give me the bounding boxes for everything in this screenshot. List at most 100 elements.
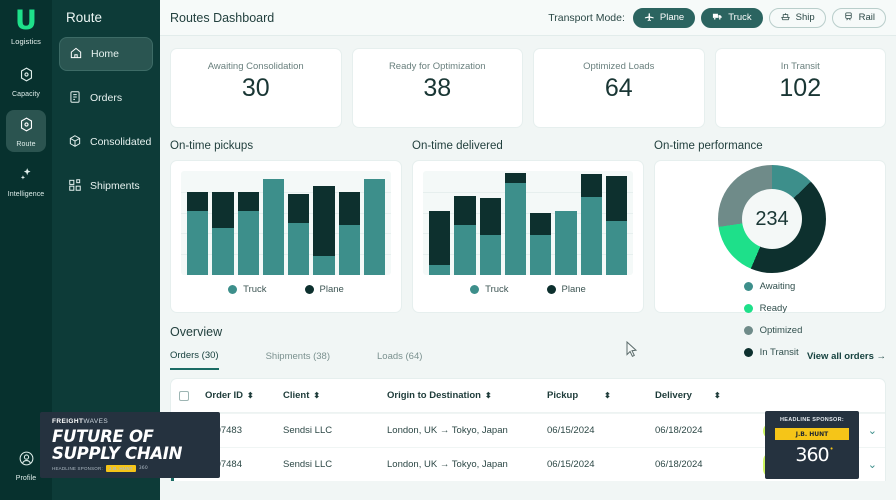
jb-hunt-label: J.B. HUNT — [796, 431, 828, 438]
legend-dot-ready — [744, 304, 753, 313]
cell-client: Sendsi LLC — [283, 459, 387, 470]
col-order-id[interactable]: Order ID⬍ — [205, 390, 283, 401]
legend-dot-plane — [547, 285, 556, 294]
chart-card-on-time-performance: 234 Awaiting Ready Optimized — [654, 160, 886, 313]
col-pickup[interactable]: Pickup⬍ — [547, 390, 655, 401]
ad-banner-future-of-supply-chain[interactable]: FREIGHTWAVES FUTURE OF SUPPLY CHAIN HEAD… — [40, 412, 220, 478]
sort-icon[interactable]: ⬍ — [604, 391, 610, 400]
jb-hunt-logo: J.B. HUNT — [774, 427, 850, 441]
bar-segment-truck — [581, 197, 602, 275]
sort-icon[interactable]: ⬍ — [485, 391, 491, 400]
page-title: Routes Dashboard — [170, 11, 274, 25]
charts-row: Truck Plane Truck — [160, 152, 896, 313]
chart-card-on-time-pickups: Truck Plane — [170, 160, 402, 313]
legend-dot-optimized — [744, 326, 753, 335]
tab-loads[interactable]: Loads (64) — [377, 351, 422, 369]
bar-segment-plane — [581, 174, 602, 197]
bar-7 — [581, 174, 602, 275]
sidebar-item-shipments[interactable]: Shipments — [59, 169, 153, 203]
legend-label-optimized: Optimized — [760, 325, 803, 336]
legend-item-awaiting: Awaiting — [744, 281, 803, 292]
bar-8 — [364, 179, 385, 275]
kpi-card-optimized-loads[interactable]: Optimized Loads 64 — [533, 48, 705, 128]
sort-icon[interactable]: ⬍ — [714, 391, 720, 400]
sort-icon[interactable]: ⬍ — [313, 391, 319, 400]
kpi-value: 64 — [605, 74, 633, 103]
cell-client: Sendsi LLC — [283, 425, 387, 436]
bar-segment-plane — [606, 176, 627, 221]
jb-hunt-logo: J.B. HUNT — [106, 465, 136, 472]
rail-item-capacity[interactable]: Capacity — [6, 60, 46, 102]
cell-pickup: 06/15/2024 — [547, 425, 655, 436]
sidebar-item-consolidated[interactable]: Consolidated — [59, 125, 153, 159]
bar-5 — [530, 213, 551, 275]
rail-item-intelligence[interactable]: Intelligence — [6, 160, 46, 202]
bar-segment-plane — [480, 198, 501, 235]
bar-segment-truck — [364, 179, 385, 275]
truck-icon — [712, 11, 723, 25]
mode-chip-rail[interactable]: Rail — [832, 8, 886, 28]
chart-card-on-time-delivered: Truck Plane — [412, 160, 644, 313]
kpi-card-in-transit[interactable]: In Transit 102 — [715, 48, 887, 128]
kpi-card-ready-for-optimization[interactable]: Ready for Optimization 38 — [352, 48, 524, 128]
sparkle-icon — [18, 166, 35, 188]
tab-orders[interactable]: Orders (30) — [170, 350, 219, 370]
legend-dot-plane — [305, 285, 314, 294]
bar-2 — [212, 192, 233, 275]
kpi-label: In Transit — [781, 61, 820, 72]
checkbox-icon[interactable] — [179, 391, 189, 401]
ad-headline-label: HEADLINE SPONSOR: — [780, 417, 844, 423]
legend-item-plane: Plane — [305, 284, 344, 295]
bar-3 — [480, 198, 501, 275]
col-delivery[interactable]: Delivery⬍ — [655, 390, 763, 401]
bar-segment-plane — [288, 194, 309, 223]
mode-chip-truck[interactable]: Truck — [701, 8, 762, 28]
sidebar-title: Route — [59, 0, 153, 37]
sidebar-item-home[interactable]: Home — [59, 37, 153, 71]
legend-item-optimized: Optimized — [744, 325, 803, 336]
tab-shipments[interactable]: Shipments (38) — [266, 351, 330, 369]
view-all-orders-link[interactable]: View all orders → — [807, 351, 886, 369]
select-all-cell[interactable] — [179, 391, 205, 401]
mode-label-ship: Ship — [796, 12, 815, 23]
bar-segment-plane — [454, 196, 475, 225]
ad-badge-headline-sponsor[interactable]: HEADLINE SPONSOR: J.B. HUNT 360• — [765, 411, 859, 479]
logo-mark: U — [15, 8, 37, 34]
app-root: U Logistics Capacity Route — [0, 0, 896, 500]
bar-6 — [555, 211, 576, 275]
kpi-label: Ready for Optimization — [389, 61, 486, 72]
donut-center-value: 234 — [742, 189, 802, 249]
bar-segment-truck — [555, 211, 576, 275]
bar-segment-plane — [530, 213, 551, 236]
bar-segment-truck — [530, 235, 551, 275]
topbar: Routes Dashboard Transport Mode: Plane T… — [160, 0, 896, 36]
kpi-card-awaiting-consolidation[interactable]: Awaiting Consolidation 30 — [170, 48, 342, 128]
bar-segment-truck — [505, 183, 526, 275]
ad-sponsor-suffix: 360 — [139, 466, 148, 471]
col-origin-destination[interactable]: Origin to Destination⬍ — [387, 390, 547, 401]
bar-series — [187, 171, 385, 275]
kpi-value: 102 — [779, 74, 821, 103]
col-client[interactable]: Client⬍ — [283, 390, 387, 401]
brand-logo: U Logistics — [11, 8, 41, 46]
mode-chip-plane[interactable]: Plane — [633, 8, 695, 28]
legend-item-truck: Truck — [228, 284, 266, 295]
mode-chip-ship[interactable]: Ship — [769, 8, 826, 28]
bar-segment-truck — [606, 221, 627, 275]
rail-item-route[interactable]: Route — [6, 110, 46, 152]
sort-icon[interactable]: ⬍ — [247, 391, 253, 400]
sidebar-item-orders[interactable]: Orders — [59, 81, 153, 115]
table-header-row: Order ID⬍ Client⬍ Origin to Destination⬍… — [171, 379, 885, 413]
legend-dot-truck — [228, 285, 237, 294]
chart-heading-delivered: On-time delivered — [412, 140, 644, 152]
donut-chart: 234 — [718, 165, 826, 273]
bar-segment-plane — [429, 211, 450, 265]
route-icon — [18, 116, 35, 138]
legend-dot-awaiting — [744, 282, 753, 291]
legend-item-plane: Plane — [547, 284, 586, 295]
bar-segment-plane — [212, 192, 233, 228]
ad-sponsor-row: HEADLINE SPONSOR: J.B. HUNT 360 — [52, 465, 220, 472]
rail-label-intelligence: Intelligence — [8, 191, 45, 198]
rail-label-route: Route — [16, 141, 35, 148]
bar-segment-truck — [313, 256, 334, 275]
